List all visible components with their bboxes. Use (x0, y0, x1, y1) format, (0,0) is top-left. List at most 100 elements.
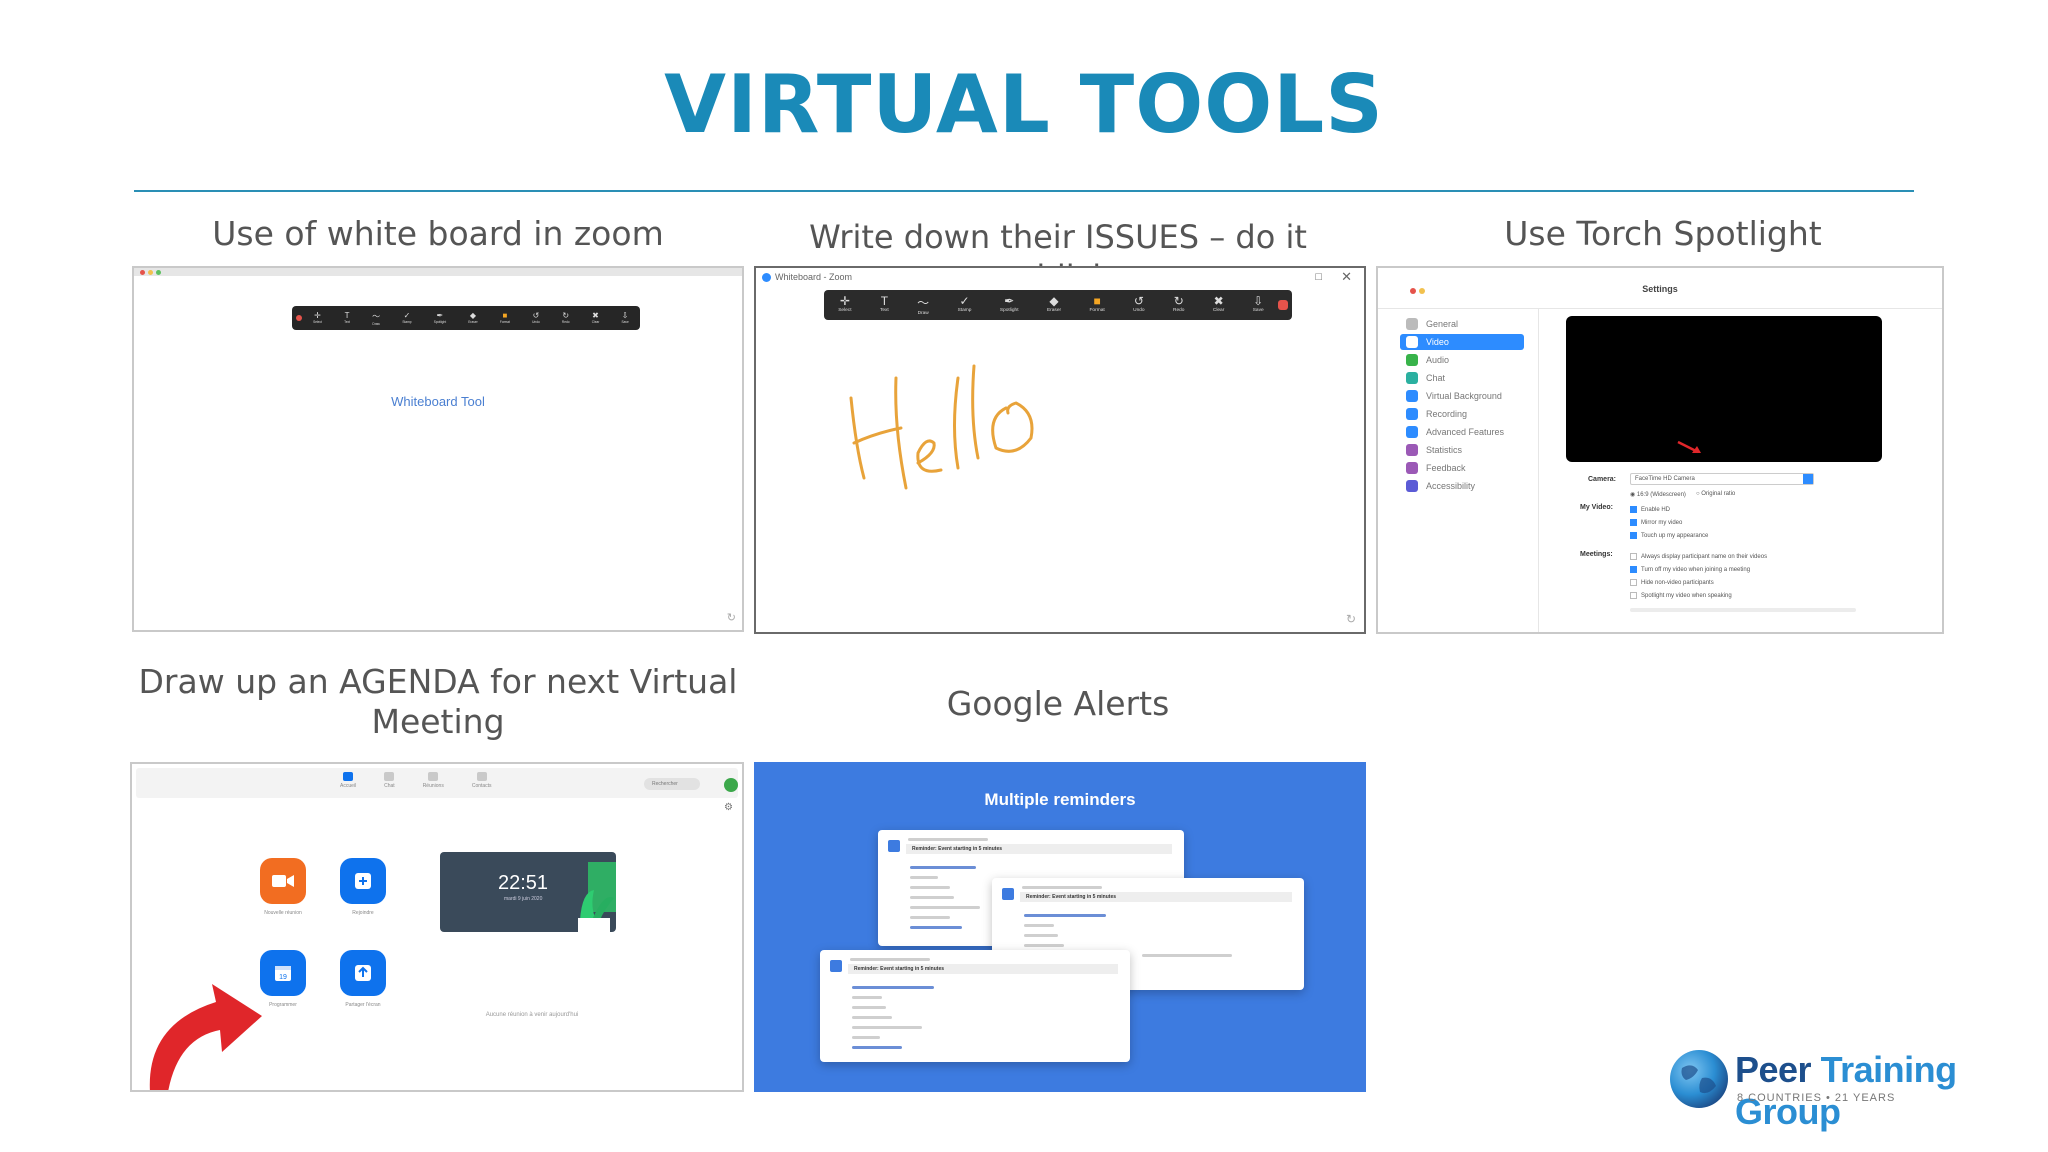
toolbar-tool[interactable]: ✒ Spotlight (434, 311, 446, 326)
checkbox-option[interactable]: Spotlight my video when speaking (1630, 590, 1767, 603)
toolbar-tool[interactable]: ✛ Select (838, 294, 851, 316)
share-screen-label: Partager l'écran (345, 1002, 381, 1008)
no-meetings-text: Aucune réunion à venir aujourd'hui (485, 1012, 579, 1018)
toolbar-close-icon[interactable] (1278, 300, 1288, 310)
chat-icon (384, 772, 395, 781)
card-line (910, 876, 938, 879)
card-line (910, 896, 954, 899)
toolbar-tool[interactable]: ✖ Clear (1213, 294, 1224, 316)
toolbar-tool[interactable]: 〜 Draw (917, 294, 929, 316)
settings-nav-item[interactable]: Audio (1406, 352, 1449, 368)
checkbox-option[interactable]: Enable HD (1630, 504, 1708, 517)
company-name: Peer Training Group (1735, 1049, 2048, 1133)
nav-item-label: Recording (1426, 409, 1468, 419)
checkbox-icon (1630, 578, 1637, 586)
settings-nav-item[interactable]: Advanced Features (1406, 424, 1504, 440)
checkbox-option[interactable]: Mirror my video (1630, 517, 1708, 530)
settings-nav-item[interactable]: Virtual Background (1406, 388, 1502, 404)
toolbar-tool[interactable]: ⇩ Save (1253, 294, 1264, 316)
checkbox-option[interactable]: Hide non-video participants (1630, 577, 1767, 590)
whiteboard-screenshot: ✛ Select T Text 〜 Draw ✓ Stamp ✒ Spotlight ◆ Eraser… (132, 266, 744, 632)
search-input[interactable]: Rechercher (644, 778, 700, 790)
app-nav-tab[interactable]: Réunions (423, 772, 444, 789)
checkbox-option[interactable]: Touch up my appearance (1630, 530, 1708, 543)
camera-select-value: FaceTime HD Camera (1635, 476, 1695, 482)
toolbar-tool[interactable]: ✖ Clear (592, 311, 600, 326)
checkbox-option[interactable]: Always display participant name on their… (1630, 551, 1767, 564)
card-line (1024, 934, 1058, 937)
toolbar-tool[interactable]: ■ Format (1090, 294, 1105, 316)
tool-label: Redo (561, 319, 570, 324)
close-icon[interactable]: ✕ (1341, 269, 1352, 285)
tool-label: Text (879, 308, 889, 313)
toolbar-tool[interactable]: T Text (880, 294, 889, 316)
card-meta (908, 838, 988, 841)
toolbar-tool[interactable]: ↻ Redo (1173, 294, 1184, 316)
settings-nav-item[interactable]: General (1406, 316, 1458, 332)
settings-nav-item[interactable]: Chat (1406, 370, 1445, 386)
maximize-dot-icon (156, 270, 161, 275)
toolbar-tool[interactable]: ✓ Stamp (402, 311, 411, 326)
tool-label: Redo (1172, 308, 1185, 313)
aspect-option-original[interactable]: ○ Original ratio (1696, 491, 1735, 498)
tool-label: Select (838, 308, 852, 313)
svg-text:19: 19 (279, 974, 287, 981)
zoom-logo-icon (762, 272, 771, 282)
camera-select[interactable]: FaceTime HD Camera (1630, 473, 1814, 485)
toolbar-tool[interactable]: ↺ Undo (1133, 294, 1144, 316)
tool-label: Stamp (402, 319, 412, 324)
share-screen-button[interactable] (340, 950, 386, 996)
avatar[interactable] (724, 778, 738, 792)
calendar-icon (830, 960, 842, 972)
alerts-screenshot: Multiple reminders Reminder: Event start… (754, 762, 1366, 1092)
toolbar-tool[interactable]: ✓ Stamp (958, 294, 972, 316)
tool-icon: ✛ (839, 294, 850, 308)
resize-icon[interactable]: ↻ (727, 611, 736, 624)
app-nav-tab[interactable]: Chat (384, 772, 395, 789)
settings-nav-item[interactable]: Feedback (1406, 460, 1466, 476)
new-meeting-button[interactable] (260, 858, 306, 904)
calendar-icon (888, 840, 900, 852)
toolbar-tool[interactable]: 〜 Draw (372, 311, 380, 326)
toolbar-tool[interactable]: ↻ Redo (562, 311, 570, 326)
settings-nav-item[interactable]: Accessibility (1406, 478, 1475, 494)
tool-label: Text (344, 319, 350, 324)
app-nav-tab[interactable]: Accueil (340, 772, 356, 789)
nav-item-icon (1406, 480, 1418, 492)
camera-label: Camera: (1588, 476, 1617, 483)
settings-nav-item[interactable]: Statistics (1406, 442, 1462, 458)
toolbar-tool[interactable]: ■ Format (500, 311, 510, 326)
toolbar-tool[interactable]: ✒ Spotlight (1000, 294, 1019, 316)
plant-icon (578, 862, 616, 932)
app-nav-tab[interactable]: Contacts (472, 772, 492, 789)
settings-nav-item[interactable]: Recording (1406, 406, 1467, 422)
toolbar-tool[interactable]: ◆ Eraser (1047, 294, 1061, 316)
join-button[interactable] (340, 858, 386, 904)
whiteboard-center-text: Whiteboard Tool (391, 394, 485, 409)
aspect-option-widescreen[interactable]: ◉ 16:9 (Widescreen) (1630, 491, 1686, 498)
maximize-icon[interactable]: □ (1315, 271, 1322, 283)
tool-label: Clear (1212, 308, 1225, 313)
toolbar-tool[interactable]: T Text (344, 311, 350, 326)
tool-icon: ↻ (562, 310, 570, 320)
toolbar-tool[interactable]: ⇩ Save (622, 311, 629, 326)
checkbox-option[interactable]: Turn off my video when joining a meeting (1630, 564, 1767, 577)
globe-logo-icon (1670, 1050, 1728, 1108)
toolbar-tool[interactable]: ✛ Select (313, 311, 322, 326)
join-label: Rejoindre (352, 910, 374, 916)
video-camera-icon (272, 875, 294, 887)
resize-icon[interactable]: ↻ (1346, 612, 1356, 626)
card-link (852, 1046, 902, 1049)
settings-nav-item[interactable]: Video (1400, 334, 1524, 350)
toolbar-tool[interactable]: ◆ Eraser (468, 311, 477, 326)
agenda-screenshot: Accueil Chat Réunions Contacts Rechercher ⚙… (130, 762, 744, 1092)
tool-label: Spotlight (433, 319, 447, 324)
option-label: Spotlight my video when speaking (1641, 593, 1732, 599)
settings-gear-icon[interactable]: ⚙ (724, 802, 733, 813)
tab-label: Contacts (471, 783, 492, 789)
toolbar-tool[interactable]: ↺ Undo (532, 311, 540, 326)
tool-label: Format (1089, 308, 1105, 313)
card-line (852, 1016, 892, 1019)
nav-item-icon (1406, 426, 1418, 438)
card-line (1142, 954, 1232, 957)
